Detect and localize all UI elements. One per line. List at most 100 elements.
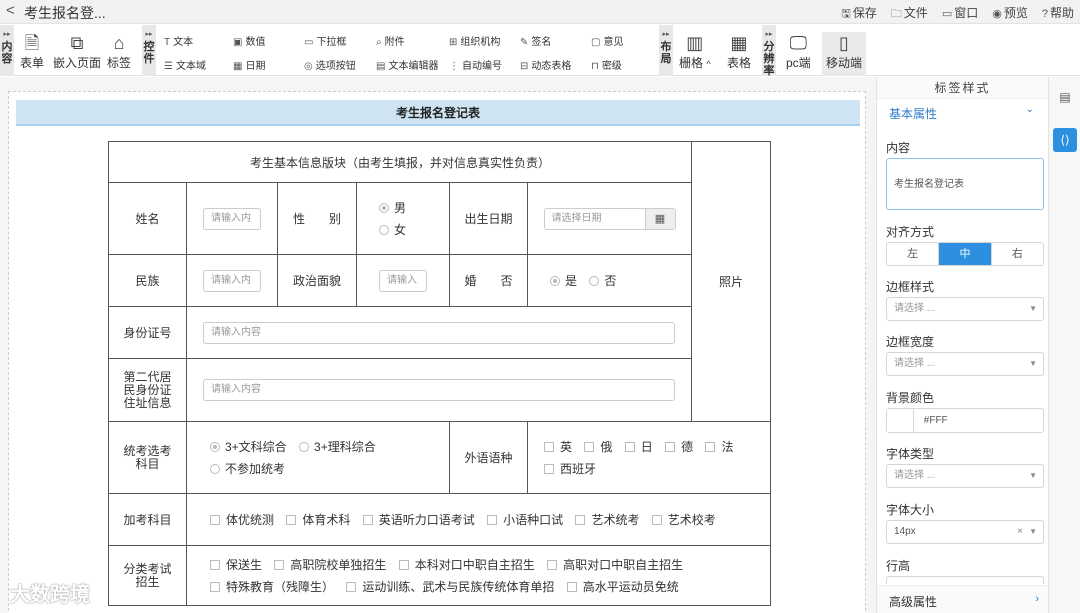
extra-checkbox[interactable]: 体育术科 <box>286 513 350 527</box>
category-checkbox[interactable]: 高职院校单独招生 <box>274 558 386 572</box>
save-button[interactable]: 🖫 保存 <box>841 4 876 24</box>
secret-control[interactable]: ⊓ 密级 <box>591 57 622 72</box>
marital-yes-radio[interactable]: 是 <box>550 274 577 288</box>
name-input[interactable]: 请输入内 <box>203 207 261 230</box>
color-swatch[interactable] <box>887 409 914 432</box>
border-width-select[interactable]: 请选择 ... ▼ <box>886 352 1044 376</box>
date-control[interactable]: ▦ 日期 <box>233 57 265 72</box>
pc-button[interactable]: 🖵 pc端 <box>786 32 811 71</box>
lang-russian-checkbox[interactable]: 俄 <box>584 440 612 454</box>
org-control[interactable]: ⊞ 组织机构 <box>449 33 500 48</box>
radio-icon: ◎ <box>304 61 313 72</box>
embed-page-button[interactable]: ⧉ 嵌入页面 <box>53 32 101 71</box>
extra-checkbox[interactable]: 体优统测 <box>210 513 274 527</box>
checkbox-icon <box>547 559 558 570</box>
paperclip-icon: ⌕ <box>376 37 382 48</box>
id-label: 身份证号 <box>108 306 187 359</box>
tab-controls[interactable]: ▸▸ 控件 <box>142 25 156 76</box>
id-input[interactable]: 请输入内容 <box>203 321 675 344</box>
extra-checkbox[interactable]: 英语听力口语考试 <box>362 513 475 527</box>
form-banner[interactable]: 考生报名登记表 <box>16 100 860 126</box>
align-center-button[interactable]: 中 <box>939 243 992 265</box>
extra-checkbox[interactable]: 小语种口试 <box>487 513 563 527</box>
advanced-section[interactable]: 高级属性 › <box>877 585 1049 613</box>
window-button[interactable]: ▭ 窗口 <box>942 4 978 24</box>
font-size-select[interactable]: 14px × ▼ <box>886 520 1044 544</box>
exam-none-radio[interactable]: 不参加统考 <box>210 462 285 476</box>
lang-english-checkbox[interactable]: 英 <box>544 440 572 454</box>
tab-resolution[interactable]: ▸▸ 分辨率 <box>762 25 776 77</box>
align-right-button[interactable]: 右 <box>992 243 1043 265</box>
editor-control[interactable]: ▤ 文本编辑器 <box>376 57 438 72</box>
address-input[interactable]: 请输入内容 <box>203 379 675 401</box>
gender-female-radio[interactable]: 女 <box>379 219 449 241</box>
content-textarea[interactable]: 考生报名登记表 <box>886 158 1044 210</box>
checkbox-icon <box>210 515 220 525</box>
bg-color-input[interactable]: #FFF <box>886 408 1044 433</box>
font-type-select[interactable]: 请选择 ... ▼ <box>886 464 1044 488</box>
checkbox-icon <box>665 441 676 452</box>
align-left-button[interactable]: 左 <box>887 243 940 265</box>
exam-science-radio[interactable]: 3+理科综合 <box>299 440 376 454</box>
checkbox-icon <box>584 441 595 452</box>
section-basic[interactable]: 基本属性 <box>889 105 937 122</box>
tab-layout[interactable]: ▸▸ 布局 <box>659 25 673 76</box>
table-button[interactable]: ▦ 表格 <box>727 32 751 71</box>
checkbox-icon <box>575 515 586 525</box>
clear-icon[interactable]: × <box>1017 521 1023 543</box>
autonum-control[interactable]: ⋮ 自动编号 <box>449 57 502 72</box>
line-height-input[interactable] <box>886 576 1044 584</box>
category-checkbox[interactable]: 高职对口中职自主招生 <box>547 558 683 572</box>
dropdown-arrow-icon: ▼ <box>1029 359 1037 368</box>
grid-button[interactable]: ▥ 栅格 ^ <box>679 32 711 71</box>
political-input[interactable]: 请输入 <box>379 269 427 292</box>
file-button[interactable]: 🗀 文件 <box>891 4 928 24</box>
category-checkbox[interactable]: 特殊教育（残障生） <box>210 580 334 594</box>
dyntable-control[interactable]: ⊟ 动态表格 <box>520 57 571 72</box>
lang-japanese-checkbox[interactable]: 日 <box>624 440 653 454</box>
table-icon: ⊟ <box>520 61 529 72</box>
extra-checkbox[interactable]: 艺术校考 <box>651 513 716 527</box>
exam-label: 统考选考科目 <box>108 421 187 494</box>
form-button[interactable]: 🗎 表单 <box>20 32 44 71</box>
text-control[interactable]: T 文本 <box>164 33 193 48</box>
expand-icon: ▸▸ <box>145 31 153 38</box>
back-arrow-icon[interactable]: < <box>6 2 15 19</box>
attachment-control[interactable]: ⌕ 附件 <box>376 33 405 48</box>
dropdown-control[interactable]: ▭ 下拉框 <box>304 33 346 48</box>
border-style-select[interactable]: 请选择 ... ▼ <box>886 297 1044 321</box>
window-icon: ▭ <box>941 8 953 20</box>
code-icon[interactable]: ⟨⟩ <box>1053 128 1077 152</box>
opinion-control[interactable]: ▢ 意见 <box>591 33 623 48</box>
preview-button[interactable]: ◉ 预览 <box>992 4 1028 24</box>
align-segmented: 左 中 右 <box>886 242 1044 266</box>
extra-checkbox[interactable]: 艺术统考 <box>575 513 639 527</box>
calendar-icon[interactable]: ▦ <box>644 208 675 229</box>
category-checkbox[interactable]: 高水平运动员免统 <box>566 580 679 594</box>
category-checkbox[interactable]: 保送生 <box>210 558 262 572</box>
content-label: 内容 <box>886 141 911 155</box>
exam-arts-radio[interactable]: 3+文科综合 <box>210 440 287 454</box>
settings-panel-icon[interactable]: ▤ <box>1053 85 1077 109</box>
tab-content[interactable]: ▸▸ 内容 <box>0 25 14 76</box>
help-button[interactable]: ? 帮助 <box>1042 4 1074 24</box>
checkbox-icon <box>544 463 554 474</box>
lang-spanish-checkbox[interactable]: 西班牙 <box>544 462 596 476</box>
gender-male-radio[interactable]: 男 <box>379 197 449 219</box>
textarea-control[interactable]: ☰ 文本域 <box>164 57 206 72</box>
ethnic-input[interactable]: 请输入内 <box>203 269 261 292</box>
eye-icon: ◉ <box>992 8 1002 20</box>
category-checkbox[interactable]: 本科对口中职自主招生 <box>398 558 535 572</box>
number-control[interactable]: ▣ 数值 <box>233 33 265 48</box>
option-control[interactable]: ◎ 选项按钮 <box>304 57 356 72</box>
marital-no-radio[interactable]: 否 <box>589 274 616 288</box>
tag-button[interactable]: ⌂ 标签 <box>107 32 131 71</box>
mobile-button[interactable]: ▯ 移动端 <box>822 32 867 76</box>
lang-french-checkbox[interactable]: 法 <box>705 440 733 454</box>
embed-icon: ⧉ <box>70 33 84 53</box>
chevron-down-icon[interactable]: ⌄ <box>1026 104 1034 115</box>
birth-date-picker[interactable]: 请选择日期 ▦ <box>543 207 676 230</box>
lang-german-checkbox[interactable]: 德 <box>665 440 693 454</box>
sign-control[interactable]: ✎ 签名 <box>520 33 551 48</box>
category-checkbox[interactable]: 运动训练、武术与民族传统体育单招 <box>346 580 554 594</box>
